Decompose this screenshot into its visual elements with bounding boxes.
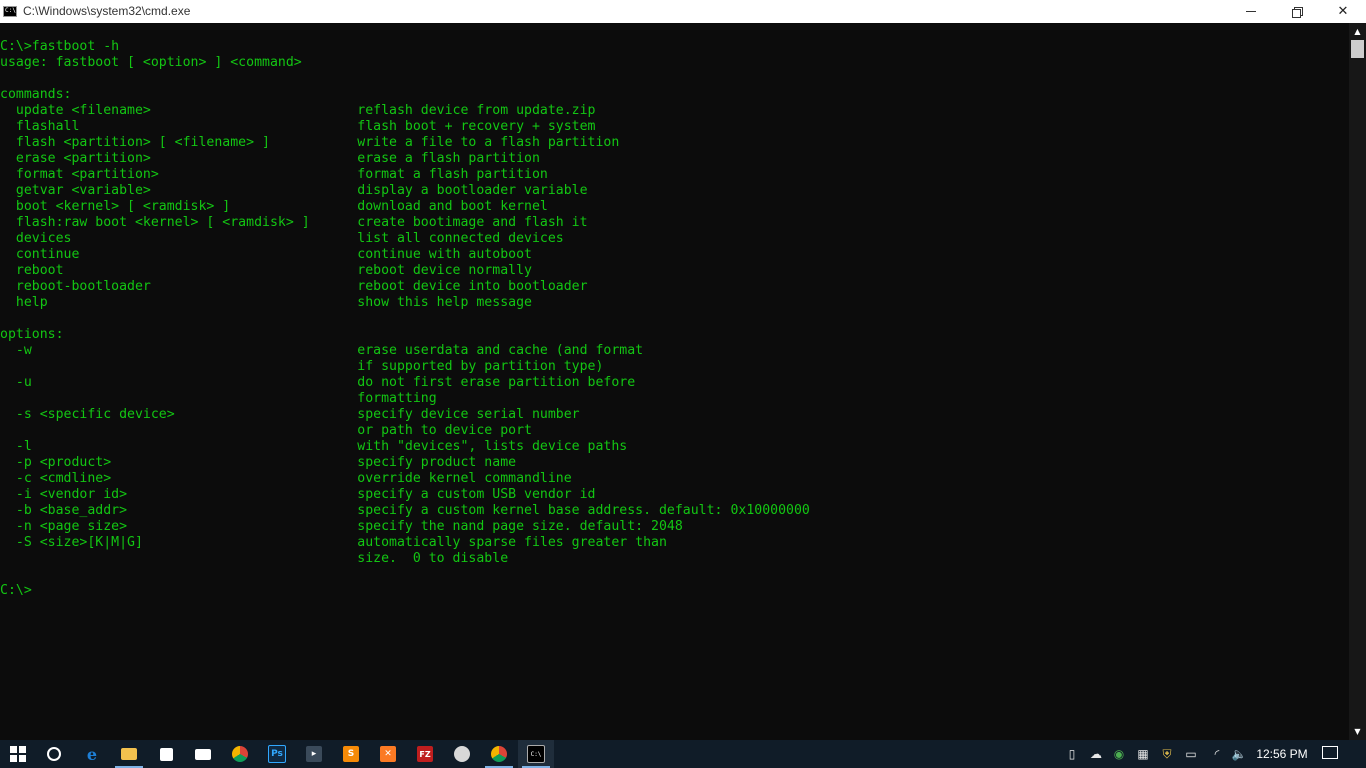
taskbar: e Ps ▸ S ✕ FZ C:\ ▯ ☁ ◉ ▦ ⛨ ▭ ◜ 🔈 12:56 … xyxy=(0,740,1366,768)
store-button[interactable] xyxy=(148,740,184,768)
shield-icon[interactable]: ⛨ xyxy=(1158,740,1176,768)
close-icon: ✕ xyxy=(1337,4,1349,19)
network-app-button[interactable] xyxy=(444,740,480,768)
display-icon[interactable]: ▦ xyxy=(1134,740,1152,768)
store-icon xyxy=(159,747,173,761)
cortana-button[interactable] xyxy=(36,740,72,768)
file-explorer-button[interactable] xyxy=(111,740,147,768)
start-button[interactable] xyxy=(0,740,36,768)
cmd-icon: C:\ xyxy=(527,745,545,763)
minimize-icon xyxy=(1246,11,1256,12)
scroll-up-arrow-icon[interactable]: ▲ xyxy=(1349,23,1366,40)
volume-icon[interactable]: 🔈 xyxy=(1230,740,1248,768)
edge-icon: e xyxy=(86,744,98,764)
console-output: C:\>fastboot -h usage: fastboot [ <optio… xyxy=(0,39,810,598)
chrome-icon xyxy=(232,746,248,762)
scroll-down-arrow-icon[interactable]: ▼ xyxy=(1349,723,1366,740)
cmd-icon xyxy=(3,6,17,17)
restore-button[interactable] xyxy=(1274,0,1320,23)
close-button[interactable]: ✕ xyxy=(1320,0,1366,23)
app-icon: ▸ xyxy=(306,746,322,762)
wifi-icon[interactable]: ◜ xyxy=(1208,740,1226,768)
sublime-button[interactable]: S xyxy=(333,740,369,768)
mail-icon xyxy=(195,748,211,760)
minimize-button[interactable] xyxy=(1228,0,1274,23)
title-bar: C:\Windows\system32\cmd.exe ✕ xyxy=(0,0,1366,23)
window-title: C:\Windows\system32\cmd.exe xyxy=(23,4,191,18)
taskbar-clock[interactable]: 12:56 PM xyxy=(1252,740,1312,768)
folder-icon xyxy=(121,748,137,760)
chrome-button[interactable] xyxy=(222,740,258,768)
console-area[interactable]: C:\>fastboot -h usage: fastboot [ <optio… xyxy=(0,23,1349,740)
onedrive-icon[interactable]: ☁ xyxy=(1086,740,1106,768)
app-button[interactable]: ▸ xyxy=(296,740,332,768)
photoshop-button[interactable]: Ps xyxy=(259,740,295,768)
edge-button[interactable]: e xyxy=(74,740,110,768)
filezilla-button[interactable]: FZ xyxy=(407,740,443,768)
usb-icon[interactable]: ▯ xyxy=(1063,740,1081,768)
vertical-scrollbar[interactable]: ▲ ▼ xyxy=(1349,23,1366,740)
chrome-2-button[interactable] xyxy=(481,740,517,768)
cortana-icon xyxy=(47,747,61,761)
restore-icon xyxy=(1292,6,1303,18)
globe-icon[interactable]: ◉ xyxy=(1110,740,1128,768)
cmd-button[interactable]: C:\ xyxy=(518,740,554,768)
xampp-button[interactable]: ✕ xyxy=(370,740,406,768)
windows-icon xyxy=(10,746,26,762)
network-app-icon xyxy=(454,746,470,762)
mail-button[interactable] xyxy=(185,740,221,768)
battery-icon[interactable]: ▭ xyxy=(1182,740,1200,768)
action-center-icon[interactable] xyxy=(1322,746,1338,759)
xampp-icon: ✕ xyxy=(380,746,396,762)
photoshop-icon: Ps xyxy=(268,745,286,763)
chrome-icon xyxy=(491,746,507,762)
sublime-icon: S xyxy=(343,746,359,762)
scrollbar-thumb[interactable] xyxy=(1351,40,1364,58)
filezilla-icon: FZ xyxy=(417,746,433,762)
